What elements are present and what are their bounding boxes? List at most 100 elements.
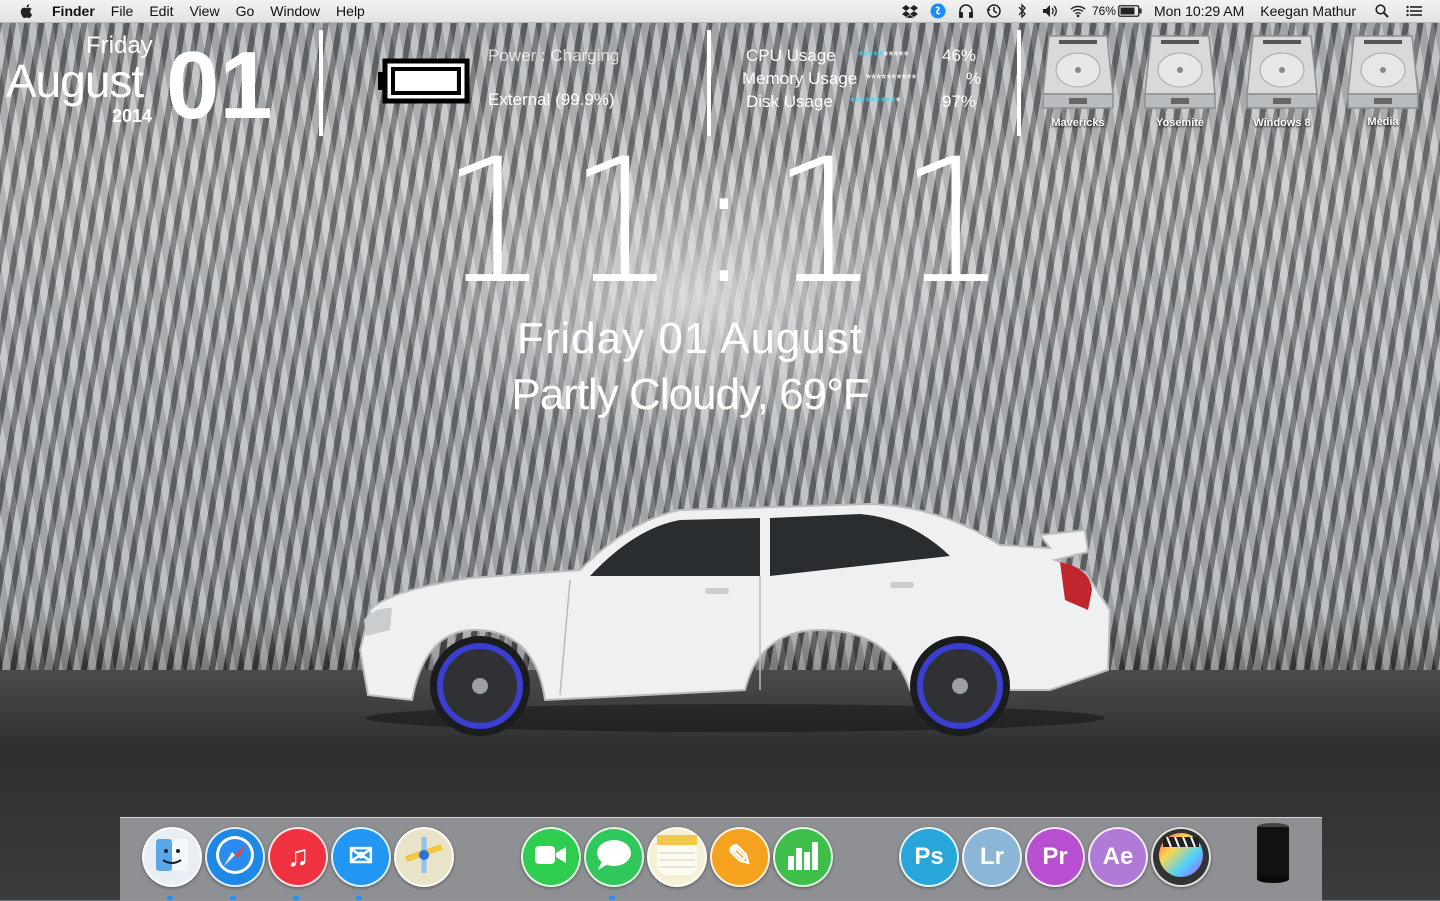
dock-item-itunes[interactable]: ♫: [268, 827, 328, 887]
dock-running-indicator: [293, 896, 299, 900]
date-year: 2014: [112, 106, 153, 126]
system-usage-widget: CPU Usage ********** 46% Memory Usage **…: [738, 44, 998, 124]
apple-menu-icon[interactable]: [18, 2, 36, 20]
menu-go[interactable]: Go: [228, 0, 263, 22]
user-name[interactable]: Keegan Mathur: [1260, 3, 1356, 19]
dock-running-indicator: [167, 896, 173, 900]
power-status: Power : Charging: [488, 46, 620, 65]
headphones-icon[interactable]: [958, 3, 974, 19]
dock-item-safari[interactable]: [205, 827, 265, 887]
pages-icon: ✎: [727, 840, 753, 873]
menu-file[interactable]: File: [103, 0, 142, 22]
power-widget: Power : Charging External (99.9%): [376, 40, 696, 130]
hard-drive-icon: [1246, 35, 1318, 109]
menu-edit[interactable]: Edit: [141, 0, 181, 22]
usage-label: Memory Usage: [742, 69, 858, 88]
dock-running-indicator: [230, 896, 236, 900]
menu-help[interactable]: Help: [328, 0, 373, 22]
drive-media[interactable]: Media: [1338, 30, 1428, 140]
date-month: August: [6, 55, 144, 107]
drive-yosemite[interactable]: Yosemite: [1135, 30, 1225, 140]
dock-item-maps[interactable]: [394, 827, 454, 887]
notes-icon: [655, 833, 699, 882]
mail-icon: ✉: [348, 840, 374, 873]
battery-percent: 76%: [1091, 4, 1116, 18]
widget-divider: [319, 30, 323, 136]
photoshop-icon: Ps: [914, 843, 944, 870]
notification-center-icon[interactable]: [1406, 3, 1422, 19]
drive-windows-8[interactable]: Windows 8: [1237, 30, 1327, 140]
hard-drive-icon: [1144, 35, 1216, 109]
drive-label: Windows 8: [1253, 117, 1311, 129]
messages-icon: [596, 839, 632, 876]
dock: ♫ ✉ ✎ Ps Lr Pr Ae: [120, 817, 1322, 901]
power-source: External (99.9%): [488, 90, 615, 109]
usage-label: Disk Usage: [746, 92, 833, 111]
cpu-usage-row: CPU Usage ********** 46%: [746, 46, 996, 68]
lightroom-icon: Lr: [980, 843, 1004, 870]
usage-stars-empty: **********: [866, 71, 917, 86]
wifi-icon[interactable]: [1070, 3, 1086, 19]
clock-time: 11:11: [440, 121, 1026, 322]
battery-level-icon: [378, 58, 470, 104]
clock-weather: Partly Cloudy, 69°F: [511, 370, 869, 419]
dock-item-after-effects[interactable]: Ae: [1088, 827, 1148, 887]
dock-item-mac-pro[interactable]: [1245, 822, 1301, 888]
dock-item-final-cut-pro[interactable]: [1151, 827, 1211, 887]
time-machine-icon[interactable]: [986, 3, 1002, 19]
final-cut-icon: [1157, 831, 1205, 884]
usage-stars: **********: [850, 94, 901, 109]
date-widget: Friday August 2014 01: [0, 28, 320, 138]
dock-item-finder[interactable]: [142, 827, 202, 887]
usage-stars: **********: [858, 48, 909, 63]
usage-stars-filled: *********: [850, 94, 896, 109]
facetime-icon: [535, 843, 567, 872]
dock-item-lightroom[interactable]: Lr: [962, 827, 1022, 887]
menu-window[interactable]: Window: [262, 0, 328, 22]
usage-value: 46%: [942, 46, 977, 65]
dock-item-numbers[interactable]: [773, 827, 833, 887]
hard-drive-icon: [1042, 35, 1114, 109]
battery-icon[interactable]: [1118, 3, 1142, 19]
mac-pro-icon: [1256, 822, 1290, 888]
numbers-icon: [786, 840, 820, 875]
premiere-icon: Pr: [1042, 843, 1068, 870]
usage-stars-empty: *: [895, 94, 901, 109]
dock-item-photoshop[interactable]: Ps: [899, 827, 959, 887]
menu-extras: 76% Mon 10:29 AM Keegan Mathur: [896, 0, 1440, 22]
menu-bar: Finder File Edit View Go Window Help 76%: [0, 0, 1440, 23]
memory-usage-row: Memory Usage ********** %: [742, 69, 992, 91]
usage-label: CPU Usage: [746, 46, 836, 65]
shazam-icon[interactable]: [930, 3, 946, 19]
drive-mavericks[interactable]: Mavericks: [1033, 30, 1123, 140]
usage-stars: **********: [866, 71, 917, 86]
after-effects-icon: Ae: [1102, 843, 1134, 870]
spotlight-icon[interactable]: [1374, 3, 1390, 19]
dock-item-notes[interactable]: [647, 827, 707, 887]
finder-icon: [152, 835, 192, 880]
menu-view[interactable]: View: [181, 0, 227, 22]
dock-item-facetime[interactable]: [521, 827, 581, 887]
dock-running-indicator: [609, 896, 615, 900]
dock-running-indicator: [356, 896, 362, 900]
wallpaper-car: [358, 502, 1112, 736]
dock-item-premiere-pro[interactable]: Pr: [1025, 827, 1085, 887]
disk-usage-row: Disk Usage ********** 97%: [746, 92, 996, 114]
dock-item-pages[interactable]: ✎: [710, 827, 770, 887]
drive-label: Media: [1367, 116, 1399, 128]
safari-icon: [213, 833, 257, 882]
dropbox-icon[interactable]: [901, 3, 918, 19]
bluetooth-icon[interactable]: [1014, 3, 1030, 19]
usage-stars-filled: *****: [858, 48, 884, 63]
clock-date: Friday 01 August: [516, 314, 864, 363]
hard-drive-icon: [1347, 35, 1419, 109]
date-number: 01: [166, 32, 273, 139]
usage-value: %: [966, 69, 982, 88]
volume-icon[interactable]: [1042, 3, 1058, 19]
dock-item-messages[interactable]: [584, 827, 644, 887]
drive-label: Mavericks: [1051, 117, 1105, 129]
menu-app-name[interactable]: Finder: [48, 0, 103, 22]
usage-value: 97%: [942, 92, 977, 111]
menubar-clock[interactable]: Mon 10:29 AM: [1154, 3, 1244, 19]
dock-item-mail[interactable]: ✉: [331, 827, 391, 887]
